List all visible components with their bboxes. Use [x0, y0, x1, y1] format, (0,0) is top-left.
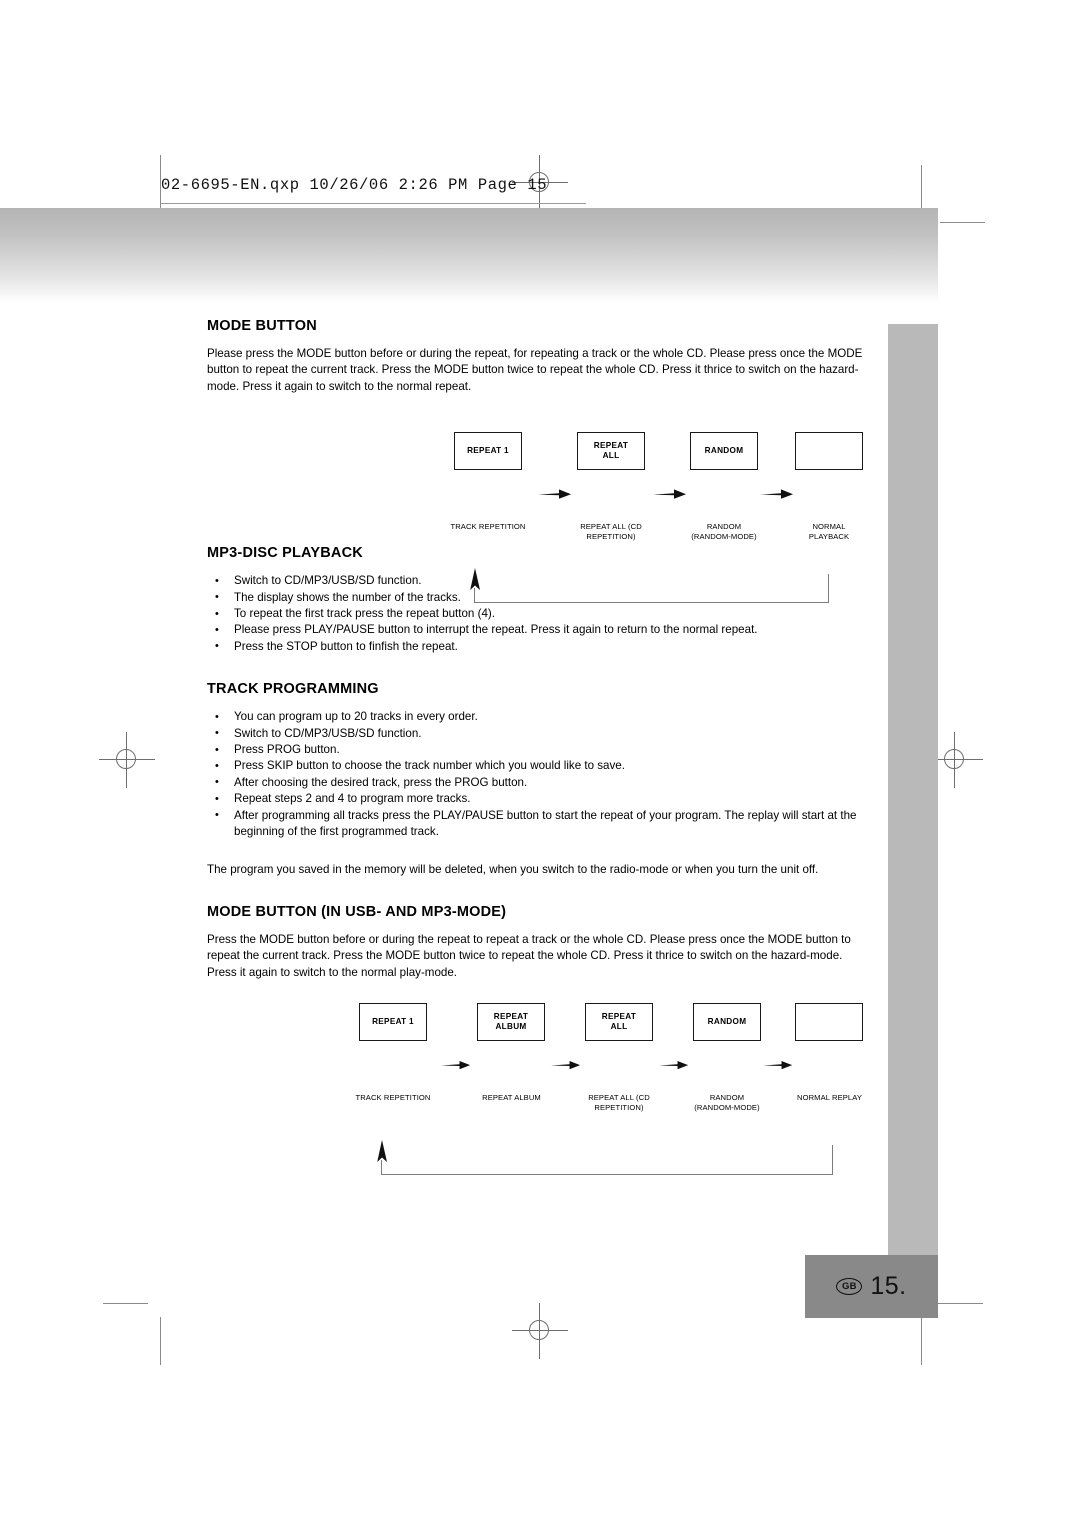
flow-box-random: RANDOM: [690, 432, 758, 470]
print-header-text: 02-6695-EN.qxp 10/26/06 2:26 PM Page 15: [161, 176, 548, 194]
flow-loop-arrowhead-cd: [470, 568, 480, 590]
flow-arrow-3: [659, 1060, 689, 1070]
list-item: The display shows the number of the trac…: [207, 589, 875, 606]
section-paragraph-mode-button: Please press the MODE button before or d…: [207, 347, 863, 393]
flow-label-repeat-all: REPEAT ALL (CD REPETITION): [588, 1093, 650, 1112]
flow-box-label: REPEAT 1: [372, 1017, 414, 1026]
flow-box-normal: [795, 432, 863, 470]
section-title-mode-button-usb-mp3: MODE BUTTON (IN USB- AND MP3-MODE): [207, 903, 507, 920]
section-title-mode-button: MODE BUTTON: [207, 318, 317, 334]
flow-label-track-repetition: TRACK REPETITION: [450, 522, 526, 531]
registration-mark-bottom-center: [512, 1303, 568, 1359]
flow-arrow-2: [653, 489, 686, 499]
flow-box-repeat-album: REPEAT ALBUM: [477, 1003, 545, 1041]
flow-label-normal-playback: NORMAL PLAYBACK: [808, 522, 850, 541]
list-item: After choosing the desired track, press …: [207, 774, 875, 791]
registration-mark-left: [99, 732, 155, 788]
flow-box-label: REPEAT ALBUM: [493, 1012, 529, 1031]
section-title-mp3-disc-playback: MP3-DISC PLAYBACK: [207, 545, 363, 562]
flow-box-normal-replay: [795, 1003, 863, 1041]
crop-mark-bottom-left-horizontal: [103, 1303, 148, 1304]
flow-label-random: RANDOM (RANDOM-MODE): [691, 522, 757, 541]
flow-label-random: RANDOM (RANDOM-MODE): [694, 1093, 760, 1112]
flow-box-repeat-1: REPEAT 1: [359, 1003, 427, 1041]
flow-arrow-3: [760, 489, 793, 499]
flow-arrow-2: [551, 1060, 581, 1070]
list-item: Please press PLAY/PAUSE button to interr…: [207, 622, 875, 639]
flow-label-repeat-all: REPEAT ALL (CD REPETITION): [580, 522, 642, 541]
bullet-list-mp3-disc-playback: Switch to CD/MP3/USB/SD function. The di…: [207, 573, 875, 655]
flow-box-label: REPEAT 1: [467, 446, 509, 455]
flow-box-label: REPEAT ALL: [601, 1012, 637, 1031]
flow-arrow-1: [538, 489, 571, 499]
crop-mark-bottom-right-vertical: [921, 1317, 922, 1365]
region-code-badge: GB: [836, 1278, 863, 1295]
flow-box-label: REPEAT ALL: [593, 441, 629, 460]
list-item: Press PROG button.: [207, 742, 875, 759]
page-footer-badge: GB 15.: [805, 1255, 938, 1318]
flow-diagram-cd-boxes: REPEAT 1 REPEAT ALL RANDOM: [440, 432, 880, 472]
flow-arrow-1: [441, 1060, 471, 1070]
flow-diagram-usb-boxes: REPEAT 1 REPEAT ALBUM REPEAT ALL RANDOM: [352, 1003, 882, 1043]
list-item: Press SKIP button to choose the track nu…: [207, 758, 875, 775]
section-paragraph-mode-button-usb-mp3: Press the MODE button before or during t…: [207, 932, 851, 979]
flow-box-label: RANDOM: [707, 1017, 747, 1026]
flow-label-normal-replay: NORMAL REPLAY: [796, 1093, 863, 1102]
list-item: Switch to CD/MP3/USB/SD function.: [207, 725, 875, 742]
list-item: Press the STOP button to finfish the rep…: [207, 638, 875, 655]
section-closing-track-programming: The program you saved in the memory will…: [207, 862, 819, 876]
crop-mark-bottom-left-vertical: [160, 1317, 161, 1365]
flow-arrow-4: [763, 1060, 793, 1070]
flow-diagram-usb-labels: TRACK REPETITION REPEAT ALBUM REPEAT ALL…: [352, 1043, 882, 1112]
list-item: To repeat the first track press the repe…: [207, 606, 875, 623]
flow-diagram-usb-mp3-mode: REPEAT 1 REPEAT ALBUM REPEAT ALL RANDOM …: [352, 1003, 882, 1176]
crop-mark-bottom-right-horizontal: [938, 1303, 983, 1304]
flow-loop-arrowhead-usb: [377, 1140, 387, 1162]
bullet-list-track-programming: You can program up to 20 tracks in every…: [207, 709, 875, 840]
flow-box-repeat-all: REPEAT ALL: [585, 1003, 653, 1041]
flow-diagram-cd-mode: REPEAT 1 REPEAT ALL RANDOM TRACK REPETIT…: [440, 432, 880, 604]
flow-label-repeat-album: REPEAT ALBUM: [482, 1093, 541, 1102]
page-content: MODE BUTTON Please press the MODE button…: [207, 318, 875, 981]
list-item: Repeat steps 2 and 4 to program more tra…: [207, 791, 875, 808]
section-title-track-programming: TRACK PROGRAMMING: [207, 681, 379, 698]
list-item: Switch to CD/MP3/USB/SD function.: [207, 573, 875, 590]
flow-box-repeat-all: REPEAT ALL: [577, 432, 645, 470]
flow-label-track-repetition: TRACK REPETITION: [355, 1093, 431, 1102]
list-item: After programming all tracks press the P…: [207, 807, 875, 841]
right-gray-column: [888, 324, 938, 1264]
page-number: 15.: [870, 1272, 907, 1300]
print-header-rule: [161, 203, 586, 204]
list-item: You can program up to 20 tracks in every…: [207, 709, 875, 726]
top-gradient-band: [0, 208, 938, 303]
flow-box-label: RANDOM: [704, 446, 744, 455]
crop-mark-top-right-horizontal: [940, 222, 985, 223]
flow-box-repeat-1: REPEAT 1: [454, 432, 522, 470]
flow-box-random: RANDOM: [693, 1003, 761, 1041]
